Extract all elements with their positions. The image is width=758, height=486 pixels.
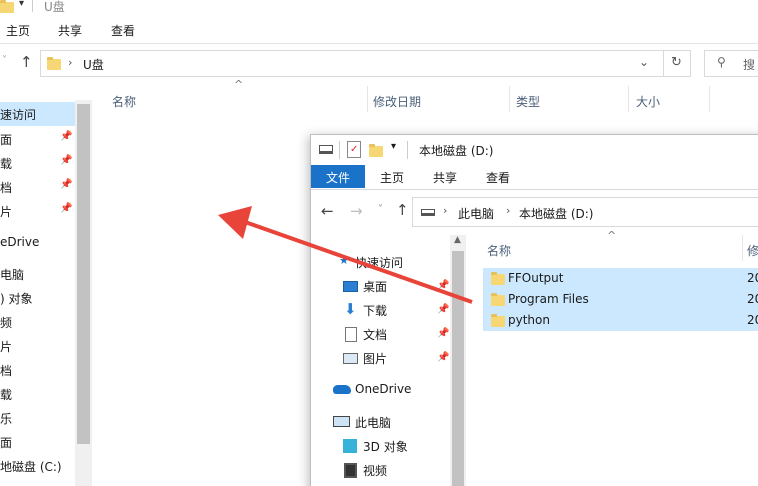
arrow-head <box>218 206 252 239</box>
arrow-shaft <box>244 220 473 304</box>
drag-arrow-annotation <box>218 206 473 304</box>
